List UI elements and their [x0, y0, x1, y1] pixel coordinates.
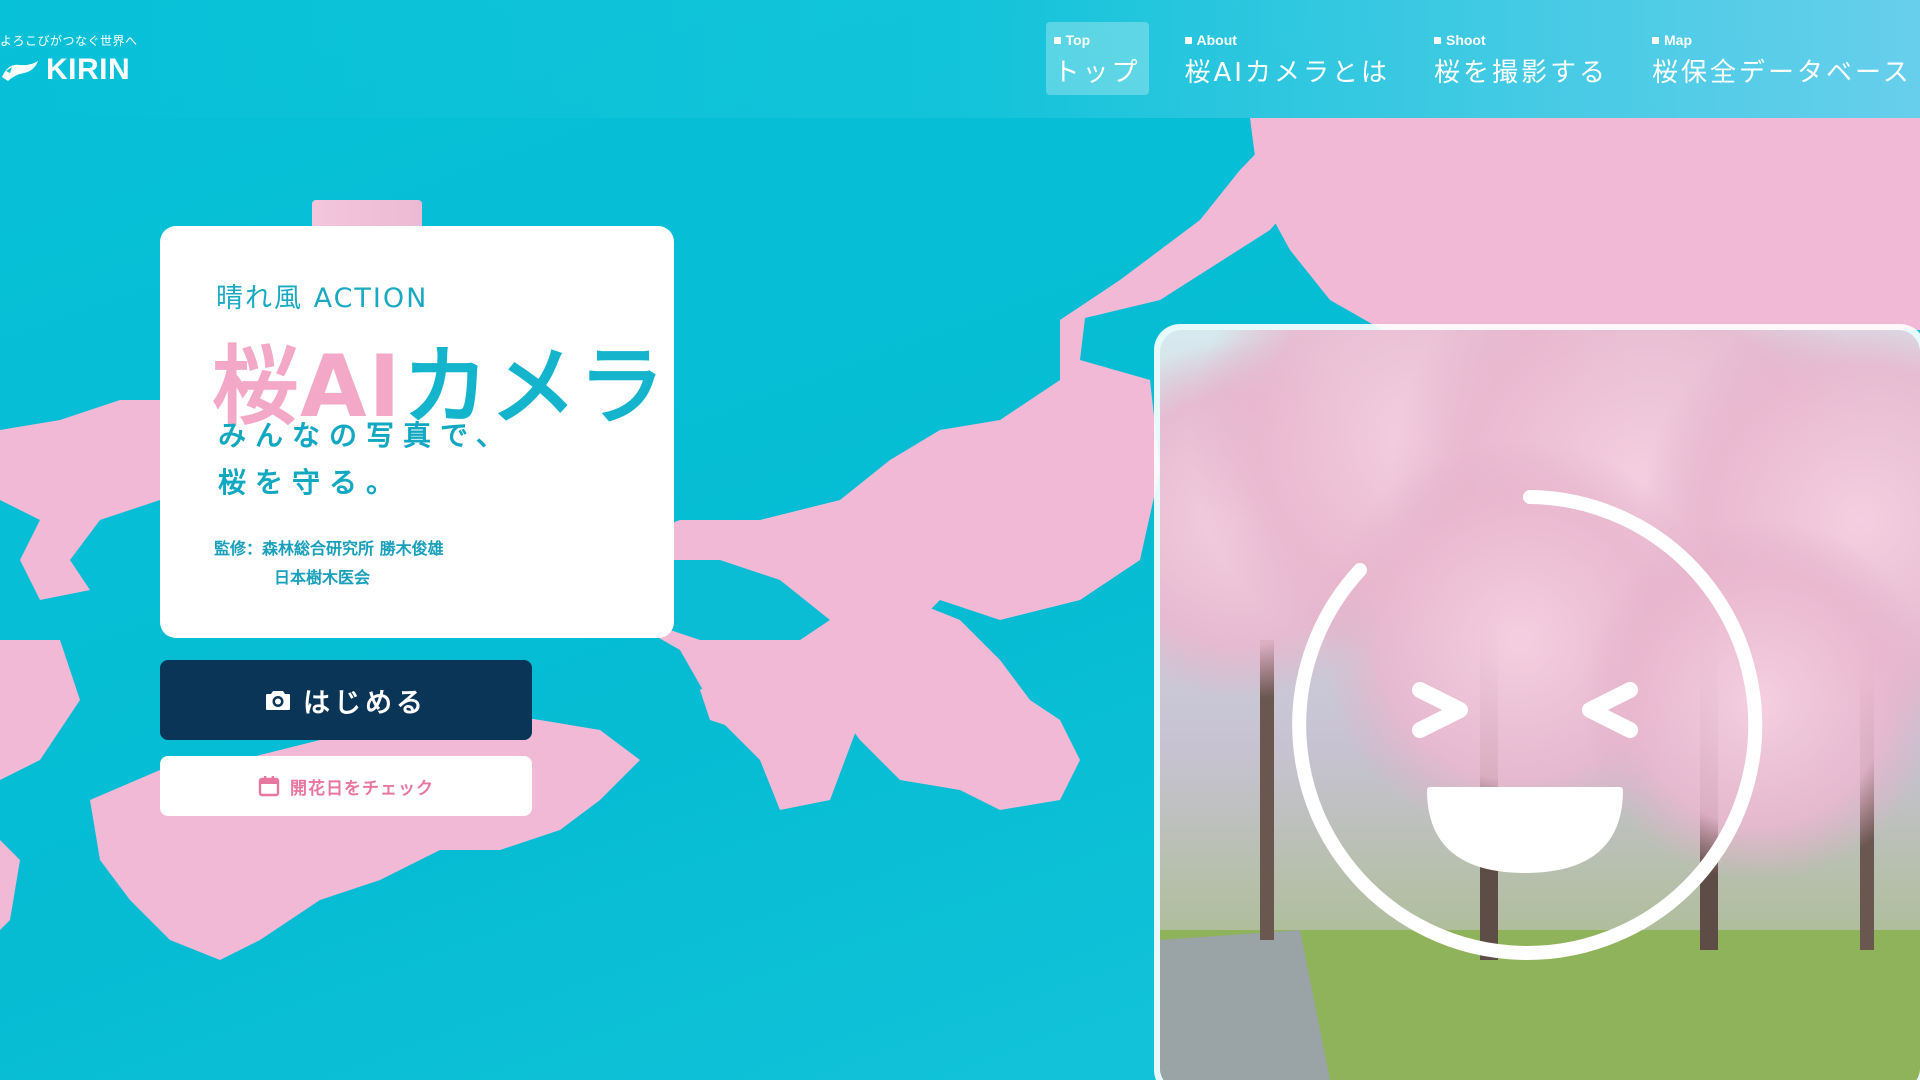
nav-item-en: Top	[1065, 32, 1091, 48]
nav-item-ja: トップ	[1053, 58, 1141, 88]
hero-kicker: 晴れ風 ACTION	[216, 283, 429, 314]
nav-dot-icon	[1652, 36, 1659, 44]
nav-item-ja: 桜を撮影する	[1433, 58, 1608, 88]
hero-tagline-line2: 桜を守る。	[218, 466, 404, 499]
nav-item-map[interactable]: Map 桜保全データベース	[1644, 22, 1920, 95]
header: よろこびがつなぐ世界へ KIRIN Top トップ About 桜AIカメラとは…	[0, 0, 1920, 118]
start-button[interactable]: はじめる	[160, 660, 532, 740]
nav-item-top[interactable]: Top トップ	[1045, 22, 1149, 95]
hero-card: 晴れ風 ACTION 桜AIカメラ みんなの写真で、 桜を守る。 監修：森林総合…	[160, 226, 674, 638]
nav-item-about[interactable]: About 桜AIカメラとは	[1177, 22, 1398, 95]
calendar-icon	[258, 776, 280, 797]
check-bloom-button[interactable]: 開花日をチェック	[160, 756, 532, 816]
hero-tagline: みんなの写真で、 桜を守る。	[218, 412, 513, 506]
kirin-logo-icon	[2, 61, 38, 81]
nav-item-en: Map	[1664, 32, 1692, 48]
supervisor-line2: 日本樹木医会	[274, 568, 371, 587]
camera-icon	[266, 691, 290, 710]
nav-dot-icon	[1053, 36, 1061, 44]
hero-tagline-line1: みんなの写真で、	[218, 419, 513, 452]
nav-item-shoot[interactable]: Shoot 桜を撮影する	[1426, 22, 1616, 95]
logo-brand-name: KIRIN	[46, 53, 131, 86]
logo-brand: KIRIN	[0, 53, 138, 87]
nav-dot-icon	[1433, 36, 1441, 44]
main-nav: Top トップ About 桜AIカメラとは Shoot 桜を撮影する Map …	[1045, 22, 1920, 95]
logo-tagline: よろこびがつなぐ世界へ	[0, 34, 138, 48]
hero-supervisor: 監修：森林総合研究所 勝木俊雄 日本樹木医会	[214, 534, 444, 592]
nav-item-en: About	[1196, 32, 1237, 48]
nav-dot-icon	[1184, 36, 1192, 44]
kirin-logo[interactable]: よろこびがつなぐ世界へ KIRIN	[0, 32, 138, 87]
nav-item-en: Shoot	[1445, 32, 1486, 48]
nav-item-ja: 桜AIカメラとは	[1184, 58, 1390, 88]
start-button-label: はじめる	[303, 687, 427, 719]
check-bloom-label: 開花日をチェック	[290, 778, 434, 799]
supervisor-line1: 監修：森林総合研究所 勝木俊雄	[214, 539, 444, 558]
nav-item-ja: 桜保全データベース	[1652, 58, 1912, 88]
